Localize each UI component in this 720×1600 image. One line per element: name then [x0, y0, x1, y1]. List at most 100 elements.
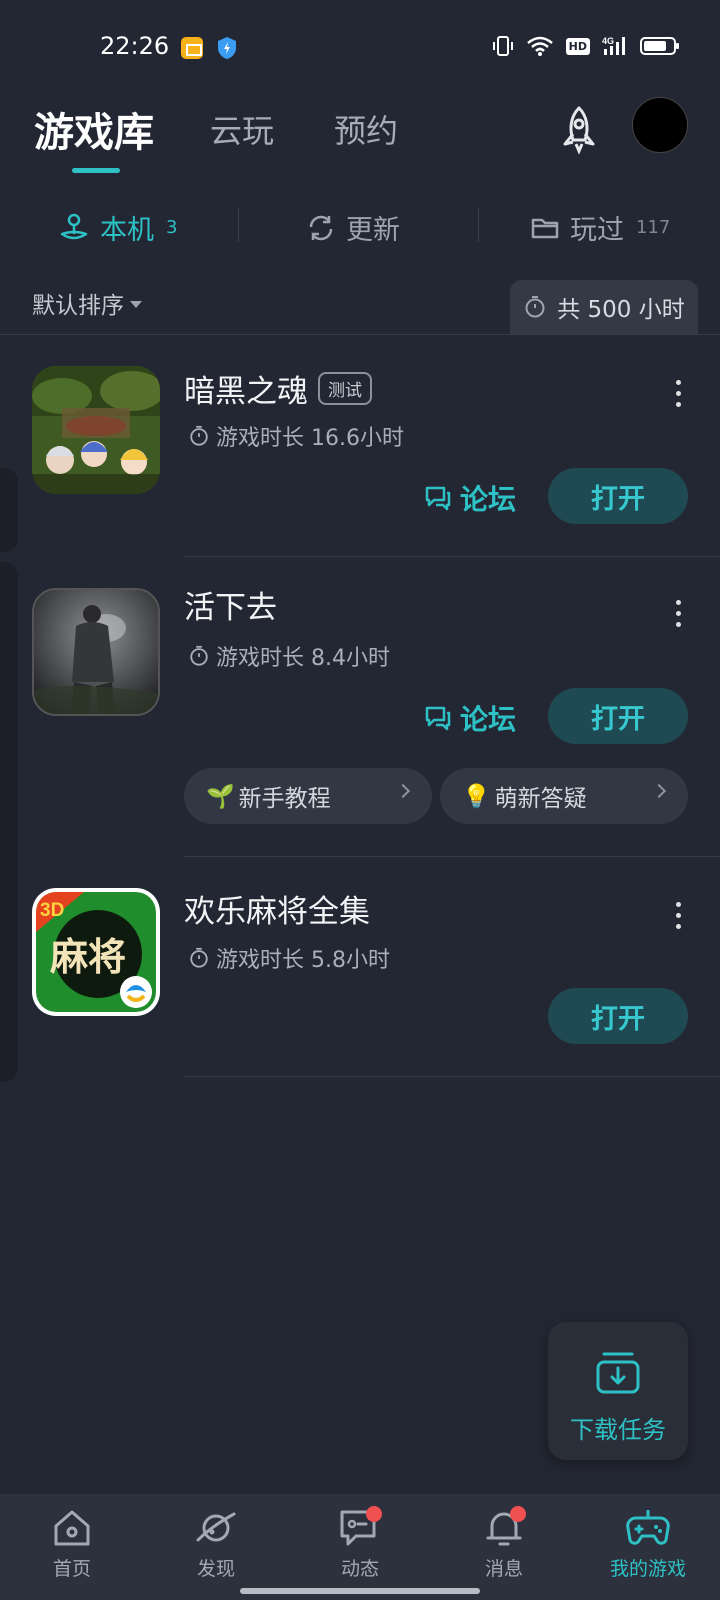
- nav-label: 首页: [52, 1558, 91, 1580]
- forum-label: 论坛: [460, 703, 517, 736]
- subtab-local-count: 3: [166, 217, 178, 238]
- nav-label: 动态: [340, 1558, 379, 1580]
- nav-label: 消息: [484, 1558, 523, 1580]
- timer-icon: [190, 645, 208, 666]
- chevron-right-icon: [395, 783, 411, 799]
- total-playtime-label: 共 500 小时: [557, 297, 685, 323]
- forum-button[interactable]: 论坛: [424, 478, 516, 518]
- nav-my-games[interactable]: 我的游戏: [588, 1506, 708, 1581]
- divider: [184, 1076, 720, 1077]
- game-title[interactable]: 暗黑之魂 测试: [184, 366, 372, 411]
- subtab-played-label: 玩过: [570, 215, 624, 246]
- download-tasks-label: 下载任务: [570, 1416, 666, 1444]
- subtab-played[interactable]: 玩过 117: [530, 208, 670, 247]
- battery-icon: [640, 37, 679, 55]
- mail-notification-icon: [181, 37, 203, 59]
- open-button[interactable]: 打开: [548, 468, 688, 524]
- open-button[interactable]: 打开: [548, 988, 688, 1044]
- avatar[interactable]: [632, 97, 688, 153]
- divider: [184, 556, 720, 557]
- subtab-played-count: 117: [636, 217, 671, 238]
- hd-indicator: HD: [565, 37, 590, 55]
- home-indicator: [240, 1588, 480, 1594]
- guide-newbie-qa[interactable]: 💡 萌新答疑: [440, 768, 688, 824]
- shield-notification-icon: [218, 37, 236, 59]
- nav-messages[interactable]: 消息: [444, 1506, 564, 1581]
- notification-dot: [366, 1506, 382, 1522]
- subtab-local-label: 本机: [100, 215, 154, 246]
- tab-reservation[interactable]: 预约: [334, 106, 398, 152]
- chat-icon: [338, 1506, 382, 1550]
- playtime-text: 游戏时长 8.4小时: [216, 646, 390, 671]
- side-edge: [0, 468, 18, 552]
- caret-down-icon: [130, 301, 142, 308]
- game-title[interactable]: 活下去: [184, 582, 277, 627]
- divider: [184, 856, 720, 857]
- active-tab-indicator: [72, 168, 120, 173]
- sort-label: 默认排序: [32, 293, 124, 319]
- top-tab-bar: 游戏库 云玩 预约: [0, 96, 720, 176]
- nav-label: 发现: [196, 1558, 235, 1580]
- game-playtime: 游戏时长 16.6小时: [188, 420, 404, 452]
- total-playtime: 共 500 小时: [510, 280, 698, 334]
- nav-label: 我的游戏: [609, 1558, 686, 1580]
- vibrate-icon: [492, 36, 513, 56]
- timer-icon: [190, 947, 208, 968]
- game-icon-survive[interactable]: [32, 588, 160, 716]
- nav-moments[interactable]: 动态: [300, 1506, 420, 1581]
- subtab-local[interactable]: 本机 3: [58, 208, 177, 247]
- folder-icon: [531, 218, 559, 238]
- forum-icon: [425, 486, 451, 511]
- joystick-icon: [60, 213, 88, 239]
- gamepad-icon: [626, 1510, 670, 1545]
- forum-label: 论坛: [460, 483, 517, 516]
- divider: [478, 208, 479, 242]
- notification-dot: [510, 1506, 526, 1522]
- side-edge: [0, 562, 18, 1082]
- rocket-icon[interactable]: [553, 104, 605, 156]
- sort-dropdown[interactable]: 默认排序: [32, 286, 142, 320]
- nav-discover[interactable]: 发现: [156, 1506, 276, 1581]
- game-playtime: 游戏时长 5.8小时: [188, 942, 390, 974]
- guide-label: 新手教程: [238, 786, 331, 812]
- divider: [238, 208, 239, 242]
- nav-home[interactable]: 首页: [12, 1506, 132, 1581]
- open-button[interactable]: 打开: [548, 688, 688, 744]
- divider: [0, 334, 720, 335]
- status-time: 22:26: [100, 32, 170, 60]
- tab-cloud-play[interactable]: 云玩: [210, 106, 274, 152]
- refresh-icon: [309, 215, 333, 240]
- chevron-right-icon: [651, 783, 667, 799]
- tab-game-library[interactable]: 游戏库: [34, 100, 154, 158]
- game-title-text: 暗黑之魂: [184, 374, 308, 410]
- bottom-nav: 首页 发现 动态 消息 我的游戏: [0, 1494, 720, 1600]
- planet-icon: [196, 1512, 236, 1542]
- subtab-updates-label: 更新: [346, 215, 400, 246]
- svg-text:4G: 4G: [602, 36, 614, 46]
- guide-label: 萌新答疑: [494, 786, 587, 812]
- download-tasks-button[interactable]: 下载任务: [548, 1322, 688, 1460]
- playtime-text: 游戏时长 5.8小时: [216, 948, 390, 973]
- home-icon: [54, 1510, 90, 1546]
- status-bar: 22:26 HD 4G: [0, 0, 720, 96]
- playtime-text: 游戏时长 16.6小时: [216, 426, 404, 451]
- mahjong-icon-text: 麻将: [50, 934, 126, 979]
- game-icon-dark-souls[interactable]: [32, 366, 160, 494]
- subtab-updates[interactable]: 更新: [306, 208, 400, 247]
- timer-icon: [190, 425, 208, 446]
- guide-beginner-tutorial[interactable]: 🌱 新手教程: [184, 768, 432, 824]
- timer-icon: [525, 296, 545, 318]
- game-playtime: 游戏时长 8.4小时: [188, 640, 390, 672]
- game-icon-mahjong[interactable]: 3D 麻将: [32, 888, 160, 1016]
- mahjong-icon-tag: 3D: [40, 900, 64, 921]
- forum-button[interactable]: 论坛: [424, 698, 516, 738]
- game-title-text: 活下去: [184, 590, 277, 626]
- more-options-icon[interactable]: [674, 600, 682, 627]
- more-options-icon[interactable]: [674, 380, 682, 407]
- forum-icon: [425, 706, 451, 731]
- sprout-icon: 🌱: [206, 783, 235, 810]
- game-title[interactable]: 欢乐麻将全集: [184, 886, 370, 931]
- more-options-icon[interactable]: [674, 902, 682, 929]
- lightbulb-icon: 💡: [462, 783, 491, 810]
- sub-tab-bar: 本机 3 更新 玩过 117: [0, 196, 720, 256]
